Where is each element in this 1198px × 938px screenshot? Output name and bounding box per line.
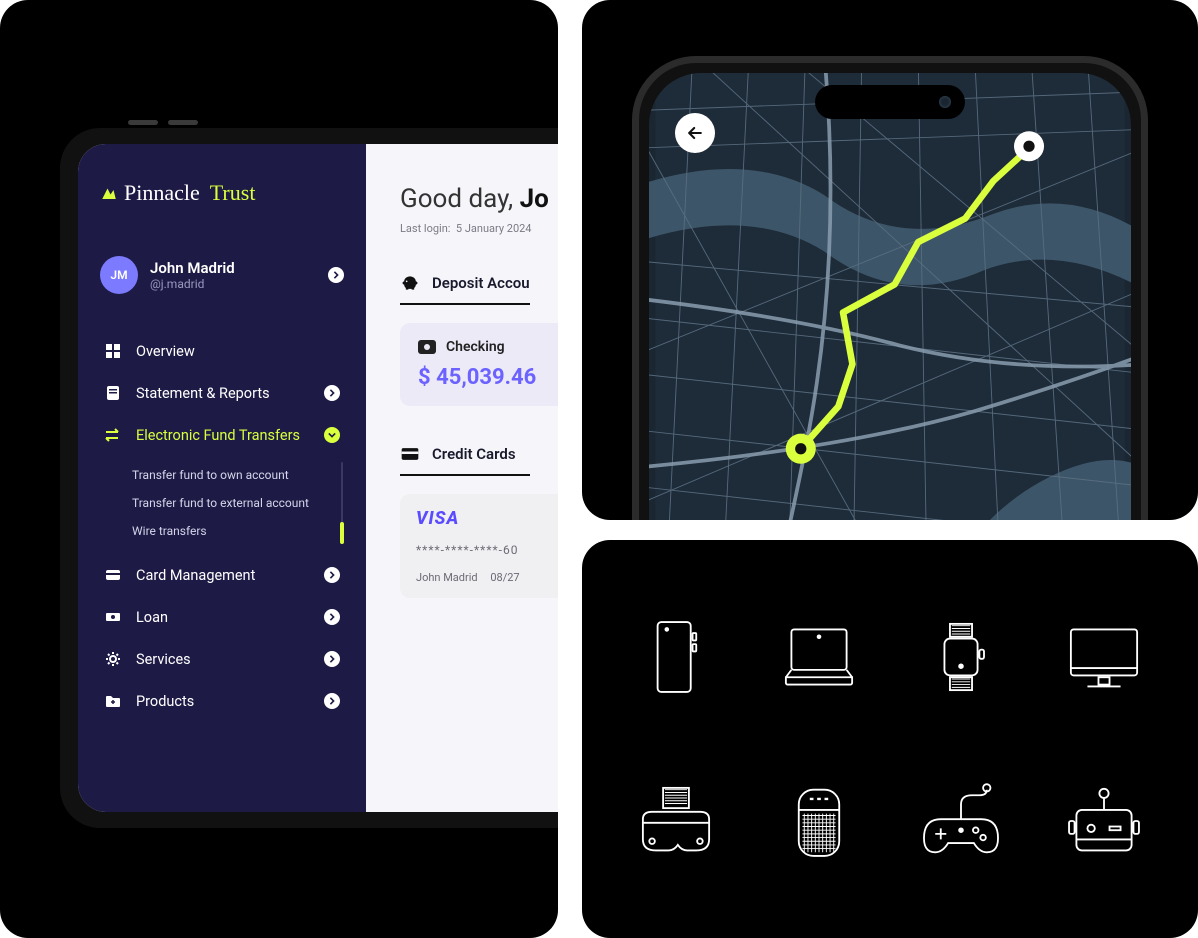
sidebar-item-label: Overview bbox=[136, 343, 340, 360]
credit-card[interactable]: VISA ****-****-****-60 John Madrid 08/27 bbox=[400, 494, 558, 598]
credit-section: Credit Cards VISA ****-****-****-60 John… bbox=[400, 444, 558, 598]
submenu-wire-transfers[interactable]: Wire transfers bbox=[132, 524, 330, 538]
checking-balance: $ 45,039.46 bbox=[418, 365, 558, 390]
deposit-heading-text: Deposit Accou bbox=[432, 274, 530, 292]
chevron-right-icon bbox=[324, 609, 340, 625]
tablet-screen: Pinnacle Trust JM John Madrid @j.madrid bbox=[78, 144, 558, 812]
last-login: Last login: 5 January 2024 bbox=[400, 222, 558, 235]
cc-number: ****-****-****-60 bbox=[416, 543, 558, 557]
cash-icon bbox=[104, 608, 122, 626]
laptop-device-icon bbox=[753, 580, 886, 734]
arrow-left-icon bbox=[685, 123, 705, 143]
cc-expiry: 08/27 bbox=[490, 571, 519, 584]
phone-panel bbox=[582, 0, 1198, 520]
sidebar-item-card-management[interactable]: Card Management bbox=[100, 556, 344, 594]
tablet-panel: Pinnacle Trust JM John Madrid @j.madrid bbox=[0, 0, 558, 938]
submenu-scrollbar[interactable] bbox=[340, 462, 344, 544]
chevron-right-icon bbox=[324, 567, 340, 583]
submenu-own-account[interactable]: Transfer fund to own account bbox=[132, 468, 330, 482]
destination-marker-icon[interactable] bbox=[1014, 131, 1044, 161]
sidebar-item-label: Statement & Reports bbox=[136, 385, 310, 402]
chevron-right-icon bbox=[324, 693, 340, 709]
cc-holder: John Madrid bbox=[416, 571, 478, 584]
cc-holder-row: John Madrid 08/27 bbox=[416, 571, 558, 584]
robot-device-icon bbox=[1038, 744, 1171, 898]
profile-row[interactable]: JM John Madrid @j.madrid bbox=[100, 256, 344, 294]
brand-name-2: Trust bbox=[210, 180, 256, 206]
monitor-device-icon bbox=[1038, 580, 1171, 734]
sidebar-item-label: Loan bbox=[136, 609, 310, 626]
back-button[interactable] bbox=[675, 113, 715, 153]
phone-screen bbox=[649, 73, 1131, 520]
credit-heading-text: Credit Cards bbox=[432, 445, 516, 463]
cc-brand: VISA bbox=[416, 508, 558, 529]
sidebar-item-label: Services bbox=[136, 651, 310, 668]
smart-speaker-device-icon bbox=[753, 744, 886, 898]
brand-logo-icon bbox=[100, 184, 118, 202]
folder-plus-icon bbox=[104, 692, 122, 710]
grid-icon bbox=[104, 342, 122, 360]
sidebar-item-statement[interactable]: Statement & Reports bbox=[100, 374, 344, 412]
credit-card-icon bbox=[400, 444, 420, 464]
device-icon-grid bbox=[582, 540, 1198, 938]
chevron-right-icon bbox=[328, 267, 344, 283]
greeting-prefix: Good day, bbox=[400, 184, 520, 214]
vr-headset-device-icon bbox=[610, 744, 743, 898]
map[interactable] bbox=[649, 73, 1131, 520]
phone-frame bbox=[632, 56, 1148, 520]
sidebar-item-label: Card Management bbox=[136, 567, 310, 584]
chevron-right-icon bbox=[324, 385, 340, 401]
devices-panel bbox=[582, 540, 1198, 938]
main-content: Good day, Jo Last login: 5 January 2024 … bbox=[366, 144, 558, 812]
brand-name-1: Pinnacle bbox=[124, 180, 200, 206]
greeting: Good day, Jo bbox=[400, 184, 558, 214]
camera-icon bbox=[939, 96, 951, 108]
checking-account-card[interactable]: Checking $ 45,039.46 bbox=[400, 323, 558, 406]
chevron-right-icon bbox=[324, 651, 340, 667]
sidebar-item-label: Electronic Fund Transfers bbox=[136, 427, 310, 444]
phone-device-icon bbox=[610, 580, 743, 734]
sidebar: Pinnacle Trust JM John Madrid @j.madrid bbox=[78, 144, 366, 812]
watch-device-icon bbox=[895, 580, 1028, 734]
gear-icon bbox=[104, 650, 122, 668]
submenu-external-account[interactable]: Transfer fund to external account bbox=[132, 496, 330, 510]
gamepad-device-icon bbox=[895, 744, 1028, 898]
brand: Pinnacle Trust bbox=[100, 180, 344, 206]
deposit-section: Deposit Accou Checking $ 45,039.46 bbox=[400, 273, 558, 406]
profile-name: John Madrid bbox=[150, 259, 316, 277]
account-icon bbox=[418, 340, 436, 354]
sidebar-item-overview[interactable]: Overview bbox=[100, 332, 344, 370]
eft-submenu: Transfer fund to own account Transfer fu… bbox=[132, 462, 344, 544]
profile-text: John Madrid @j.madrid bbox=[150, 259, 316, 291]
sidebar-item-services[interactable]: Services bbox=[100, 640, 344, 678]
tablet-frame: Pinnacle Trust JM John Madrid @j.madrid bbox=[60, 128, 558, 828]
tablet-hw-button bbox=[128, 120, 158, 125]
greeting-name: Jo bbox=[520, 184, 549, 214]
transfer-icon bbox=[104, 426, 122, 444]
last-login-label: Last login: bbox=[400, 222, 450, 235]
sidebar-item-eft[interactable]: Electronic Fund Transfers bbox=[100, 416, 344, 454]
checking-label: Checking bbox=[446, 339, 505, 355]
sidebar-item-loan[interactable]: Loan bbox=[100, 598, 344, 636]
document-icon bbox=[104, 384, 122, 402]
chevron-down-icon bbox=[324, 427, 340, 443]
avatar: JM bbox=[100, 256, 138, 294]
phone-notch bbox=[815, 85, 965, 119]
profile-handle: @j.madrid bbox=[150, 277, 316, 291]
origin-marker-icon[interactable] bbox=[786, 434, 816, 464]
credit-heading: Credit Cards bbox=[400, 444, 530, 476]
last-login-value: 5 January 2024 bbox=[456, 222, 532, 235]
sidebar-item-label: Products bbox=[136, 693, 310, 710]
card-icon bbox=[104, 566, 122, 584]
deposit-heading: Deposit Accou bbox=[400, 273, 530, 305]
piggy-bank-icon bbox=[400, 273, 420, 293]
sidebar-item-products[interactable]: Products bbox=[100, 682, 344, 720]
tablet-hw-button bbox=[168, 120, 198, 125]
